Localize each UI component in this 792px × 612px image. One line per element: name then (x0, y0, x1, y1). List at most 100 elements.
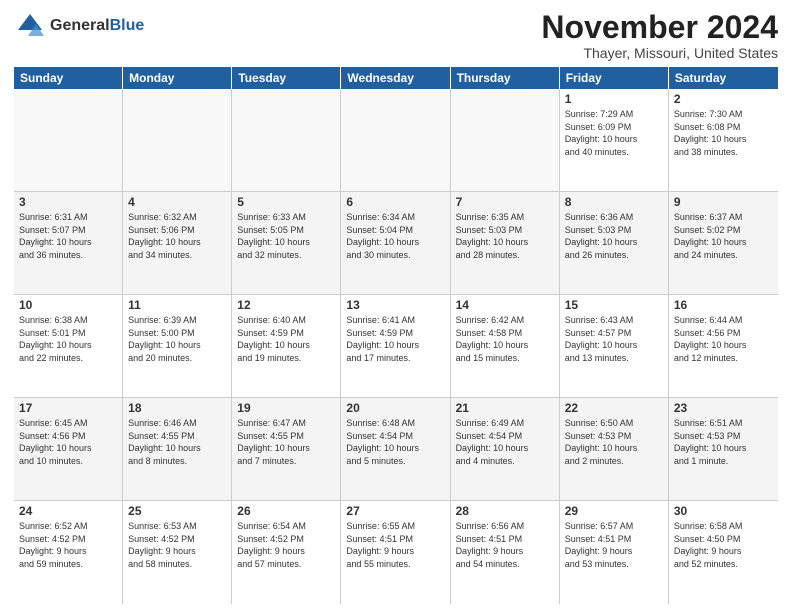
day-cell: 23Sunrise: 6:51 AM Sunset: 4:53 PM Dayli… (669, 398, 778, 500)
day-info: Sunrise: 6:33 AM Sunset: 5:05 PM Dayligh… (237, 211, 335, 261)
day-cell: 20 Sunrise: 6:48 AM Sunset: 4:54 PM Dayli… (341, 398, 450, 500)
weekday-header: Tuesday (232, 67, 341, 89)
day-number: 29 (565, 504, 663, 518)
day-number: 21 (456, 401, 554, 415)
day-cell: 12Sunrise: 6:40 AM Sunset: 4:59 PM Dayli… (232, 295, 341, 397)
day-info: Sunrise: 6:58 AM Sunset: 4:50 PM Dayligh… (674, 520, 773, 570)
weekday-header: Thursday (451, 67, 560, 89)
calendar-body: 1 Sunrise: 7:29 AM Sunset: 6:09 PM Daylig… (14, 89, 778, 604)
weekday-header: Monday (123, 67, 232, 89)
weekday-header: Friday (560, 67, 669, 89)
day-info: Sunrise: 6:34 AM Sunset: 5:04 PM Dayligh… (346, 211, 444, 261)
day-number: 28 (456, 504, 554, 518)
day-cell: 29 Sunrise: 6:57 AM Sunset: 4:51 PM Dayli… (560, 501, 669, 604)
day-number: 1 (565, 92, 663, 106)
day-number: 14 (456, 298, 554, 312)
day-cell: 18 Sunrise: 6:46 AM Sunset: 4:55 PM Dayli… (123, 398, 232, 500)
day-cell: 13 Sunrise: 6:41 AM Sunset: 4:59 PM Dayli… (341, 295, 450, 397)
day-cell: 9Sunrise: 6:37 AM Sunset: 5:02 PM Daylig… (669, 192, 778, 294)
day-info: Sunrise: 6:57 AM Sunset: 4:51 PM Dayligh… (565, 520, 663, 570)
weekday-header: Wednesday (341, 67, 450, 89)
day-cell: 5 Sunrise: 6:33 AM Sunset: 5:05 PM Daylig… (232, 192, 341, 294)
day-cell: 27 Sunrise: 6:55 AM Sunset: 4:51 PM Dayli… (341, 501, 450, 604)
day-number: 10 (19, 298, 117, 312)
logo-blue-text: Blue (110, 17, 145, 34)
day-info: Sunrise: 6:32 AM Sunset: 5:06 PM Dayligh… (128, 211, 226, 261)
day-number: 8 (565, 195, 663, 209)
day-number: 17 (19, 401, 117, 415)
day-number: 11 (128, 298, 226, 312)
day-info: Sunrise: 6:48 AM Sunset: 4:54 PM Dayligh… (346, 417, 444, 467)
day-info: Sunrise: 6:47 AM Sunset: 4:55 PM Dayligh… (237, 417, 335, 467)
day-cell: 3 Sunrise: 6:31 AM Sunset: 5:07 PM Daylig… (14, 192, 123, 294)
day-info: Sunrise: 6:55 AM Sunset: 4:51 PM Dayligh… (346, 520, 444, 570)
day-cell: 30 Sunrise: 6:58 AM Sunset: 4:50 PM Dayli… (669, 501, 778, 604)
day-cell: 19 Sunrise: 6:47 AM Sunset: 4:55 PM Dayli… (232, 398, 341, 500)
day-cell: 7Sunrise: 6:35 AM Sunset: 5:03 PM Daylig… (451, 192, 560, 294)
day-number: 18 (128, 401, 226, 415)
day-cell: 24Sunrise: 6:52 AM Sunset: 4:52 PM Dayli… (14, 501, 123, 604)
day-info: Sunrise: 6:31 AM Sunset: 5:07 PM Dayligh… (19, 211, 117, 261)
empty-cell (123, 89, 232, 191)
day-info: Sunrise: 6:36 AM Sunset: 5:03 PM Dayligh… (565, 211, 663, 261)
day-cell: 21 Sunrise: 6:49 AM Sunset: 4:54 PM Dayli… (451, 398, 560, 500)
empty-cell (232, 89, 341, 191)
day-info: Sunrise: 6:38 AM Sunset: 5:01 PM Dayligh… (19, 314, 117, 364)
weekday-header: Sunday (14, 67, 123, 89)
calendar-week: 1 Sunrise: 7:29 AM Sunset: 6:09 PM Daylig… (14, 89, 778, 192)
day-number: 30 (674, 504, 773, 518)
calendar-week: 24Sunrise: 6:52 AM Sunset: 4:52 PM Dayli… (14, 501, 778, 604)
day-number: 6 (346, 195, 444, 209)
day-cell: 14 Sunrise: 6:42 AM Sunset: 4:58 PM Dayli… (451, 295, 560, 397)
header: GeneralBlue November 2024 Thayer, Missou… (14, 10, 778, 61)
day-cell: 10 Sunrise: 6:38 AM Sunset: 5:01 PM Dayli… (14, 295, 123, 397)
day-cell: 1 Sunrise: 7:29 AM Sunset: 6:09 PM Daylig… (560, 89, 669, 191)
day-number: 12 (237, 298, 335, 312)
day-info: Sunrise: 6:41 AM Sunset: 4:59 PM Dayligh… (346, 314, 444, 364)
calendar-week: 3 Sunrise: 6:31 AM Sunset: 5:07 PM Daylig… (14, 192, 778, 295)
day-cell: 8 Sunrise: 6:36 AM Sunset: 5:03 PM Daylig… (560, 192, 669, 294)
day-info: Sunrise: 6:44 AM Sunset: 4:56 PM Dayligh… (674, 314, 773, 364)
day-number: 25 (128, 504, 226, 518)
weekday-header: Saturday (669, 67, 778, 89)
day-number: 5 (237, 195, 335, 209)
calendar-week: 17Sunrise: 6:45 AM Sunset: 4:56 PM Dayli… (14, 398, 778, 501)
calendar: SundayMondayTuesdayWednesdayThursdayFrid… (14, 67, 778, 604)
day-info: Sunrise: 7:30 AM Sunset: 6:08 PM Dayligh… (674, 108, 773, 158)
empty-cell (451, 89, 560, 191)
day-cell: 22 Sunrise: 6:50 AM Sunset: 4:53 PM Dayli… (560, 398, 669, 500)
day-number: 15 (565, 298, 663, 312)
location: Thayer, Missouri, United States (541, 45, 778, 61)
month-title: November 2024 (541, 10, 778, 45)
day-info: Sunrise: 6:53 AM Sunset: 4:52 PM Dayligh… (128, 520, 226, 570)
day-cell: 26 Sunrise: 6:54 AM Sunset: 4:52 PM Dayli… (232, 501, 341, 604)
day-number: 24 (19, 504, 117, 518)
empty-cell (341, 89, 450, 191)
day-cell: 11 Sunrise: 6:39 AM Sunset: 5:00 PM Dayli… (123, 295, 232, 397)
day-info: Sunrise: 6:46 AM Sunset: 4:55 PM Dayligh… (128, 417, 226, 467)
day-number: 16 (674, 298, 773, 312)
day-number: 22 (565, 401, 663, 415)
day-number: 26 (237, 504, 335, 518)
logo-icon (14, 10, 46, 42)
logo: GeneralBlue (14, 10, 144, 42)
day-number: 3 (19, 195, 117, 209)
day-cell: 2Sunrise: 7:30 AM Sunset: 6:08 PM Daylig… (669, 89, 778, 191)
day-number: 7 (456, 195, 554, 209)
day-number: 23 (674, 401, 773, 415)
day-number: 4 (128, 195, 226, 209)
day-cell: 4 Sunrise: 6:32 AM Sunset: 5:06 PM Daylig… (123, 192, 232, 294)
day-info: Sunrise: 6:54 AM Sunset: 4:52 PM Dayligh… (237, 520, 335, 570)
day-number: 27 (346, 504, 444, 518)
day-info: Sunrise: 6:49 AM Sunset: 4:54 PM Dayligh… (456, 417, 554, 467)
day-number: 20 (346, 401, 444, 415)
day-info: Sunrise: 7:29 AM Sunset: 6:09 PM Dayligh… (565, 108, 663, 158)
day-info: Sunrise: 6:37 AM Sunset: 5:02 PM Dayligh… (674, 211, 773, 261)
day-number: 19 (237, 401, 335, 415)
day-number: 13 (346, 298, 444, 312)
day-cell: 16 Sunrise: 6:44 AM Sunset: 4:56 PM Dayli… (669, 295, 778, 397)
day-info: Sunrise: 6:42 AM Sunset: 4:58 PM Dayligh… (456, 314, 554, 364)
day-info: Sunrise: 6:39 AM Sunset: 5:00 PM Dayligh… (128, 314, 226, 364)
day-info: Sunrise: 6:50 AM Sunset: 4:53 PM Dayligh… (565, 417, 663, 467)
day-info: Sunrise: 6:43 AM Sunset: 4:57 PM Dayligh… (565, 314, 663, 364)
